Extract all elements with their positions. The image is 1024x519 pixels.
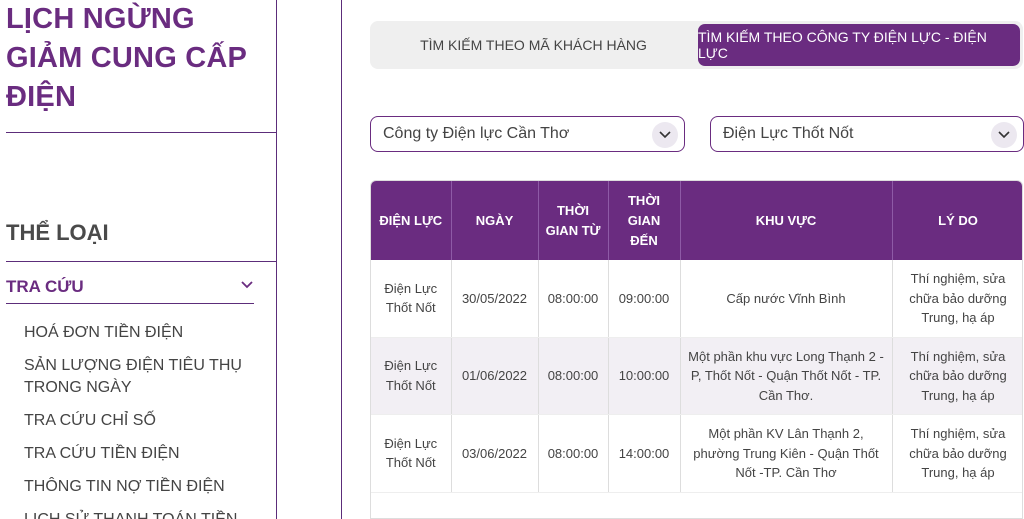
cell-date: 30/05/2022 [451, 260, 539, 338]
table-row: Điện Lực Thốt Nốt 30/05/2022 08:00:00 09… [371, 260, 1022, 338]
menu-item-daily-consumption[interactable]: SẢN LƯỢNG ĐIỆN TIÊU THỤ TRONG NGÀY [24, 355, 264, 399]
menu-item-invoice[interactable]: HOÁ ĐƠN TIỀN ĐIỆN [24, 322, 264, 344]
chevron-down-icon [659, 131, 671, 139]
cell-date: 03/06/2022 [451, 414, 539, 493]
table-row: Điện Lực Thốt Nốt 01/06/2022 08:00:00 10… [371, 337, 1022, 415]
divider [6, 261, 276, 262]
page-title: LỊCH NGỪNG GIẢM CUNG CẤP ĐIỆN [6, 3, 247, 113]
tab-search-by-customer-code[interactable]: TÌM KIẾM THEO MÃ KHÁCH HÀNG [370, 24, 697, 66]
branch-select-toggle[interactable] [991, 122, 1017, 148]
branch-select-value: Điện Lực Thốt Nốt [723, 125, 854, 142]
cell-reason: Thí nghiệm, sửa chữa bảo dưỡng Trung, hạ… [892, 260, 1022, 338]
divider [6, 132, 276, 133]
group-label: TRA CỨU [6, 277, 84, 296]
col-header-date: NGÀY [451, 181, 539, 260]
cell-time-from: 08:00:00 [538, 260, 609, 338]
cell-time-from: 08:00:00 [538, 337, 609, 415]
cell-time-from: 08:00:00 [538, 414, 609, 493]
col-header-time-to: THỜI GIAN ĐẾN [608, 181, 681, 260]
menu-item-debt-info[interactable]: THÔNG TIN NỢ TIỀN ĐIỆN [24, 476, 264, 498]
cell-time-to: 10:00:00 [608, 337, 681, 415]
cell-reason: Thí nghiệm, sửa chữa bảo dưỡng Trung, hạ… [892, 414, 1022, 493]
lookup-menu: HOÁ ĐƠN TIỀN ĐIỆN SẢN LƯỢNG ĐIỆN TIÊU TH… [24, 322, 264, 519]
cell-branch: Điện Lực Thốt Nốt [371, 260, 452, 338]
company-select-toggle[interactable] [652, 122, 678, 148]
cell-reason: Thí nghiệm, sửa chữa bảo dưỡng Trung, hạ… [892, 337, 1022, 415]
search-tabs: TÌM KIẾM THEO MÃ KHÁCH HÀNG TÌM KIẾM THE… [370, 21, 1023, 69]
cell-area: Một phần KV Lân Thạnh 2, phường Trung Ki… [680, 414, 893, 493]
main-content: TÌM KIẾM THEO MÃ KHÁCH HÀNG TÌM KIẾM THE… [341, 0, 1024, 519]
chevron-down-icon [241, 281, 253, 289]
cell-time-to: 14:00:00 [608, 414, 681, 493]
outage-table-container[interactable]: ĐIỆN LỰC NGÀY THỜI GIAN TỪ THỜI GIAN ĐẾN… [370, 180, 1023, 519]
cell-time-to: 09:00:00 [608, 260, 681, 338]
menu-item-meter-reading[interactable]: TRA CỨU CHỈ SỐ [24, 410, 264, 432]
section-heading: THỂ LOẠI [6, 220, 109, 245]
table-row: Điện Lực Thốt Nốt 03/06/2022 08:00:00 14… [371, 414, 1022, 493]
cell-area: Cấp nước Vĩnh Bình [680, 260, 893, 338]
menu-item-payment-history[interactable]: LỊCH SỬ THANH TOÁN TIỀN [24, 509, 264, 519]
col-header-branch: ĐIỆN LỰC [371, 181, 452, 260]
company-select[interactable]: Công ty Điện lực Cần Thơ [370, 116, 685, 152]
lookup-group-toggle[interactable]: TRA CỨU [6, 272, 254, 304]
company-select-value: Công ty Điện lực Cần Thơ [383, 125, 570, 142]
chevron-down-icon [998, 131, 1010, 139]
sidebar: LỊCH NGỪNG GIẢM CUNG CẤP ĐIỆN THỂ LOẠI T… [0, 0, 277, 519]
cell-date: 01/06/2022 [451, 337, 539, 415]
col-header-reason: LÝ DO [892, 181, 1022, 260]
branch-select[interactable]: Điện Lực Thốt Nốt [710, 116, 1024, 152]
menu-item-bill-lookup[interactable]: TRA CỨU TIỀN ĐIỆN [24, 443, 264, 465]
col-header-area: KHU VỰC [680, 181, 893, 260]
cell-branch: Điện Lực Thốt Nốt [371, 414, 452, 493]
cell-area: Một phần khu vực Long Thạnh 2 - P, Thốt … [680, 337, 893, 415]
col-header-time-from: THỜI GIAN TỪ [538, 181, 609, 260]
tab-search-by-company[interactable]: TÌM KIẾM THEO CÔNG TY ĐIỆN LỰC - ĐIỆN LỰ… [698, 24, 1020, 66]
outage-table: ĐIỆN LỰC NGÀY THỜI GIAN TỪ THỜI GIAN ĐẾN… [371, 181, 1022, 493]
table-header-row: ĐIỆN LỰC NGÀY THỜI GIAN TỪ THỜI GIAN ĐẾN… [371, 181, 1022, 260]
cell-branch: Điện Lực Thốt Nốt [371, 337, 452, 415]
